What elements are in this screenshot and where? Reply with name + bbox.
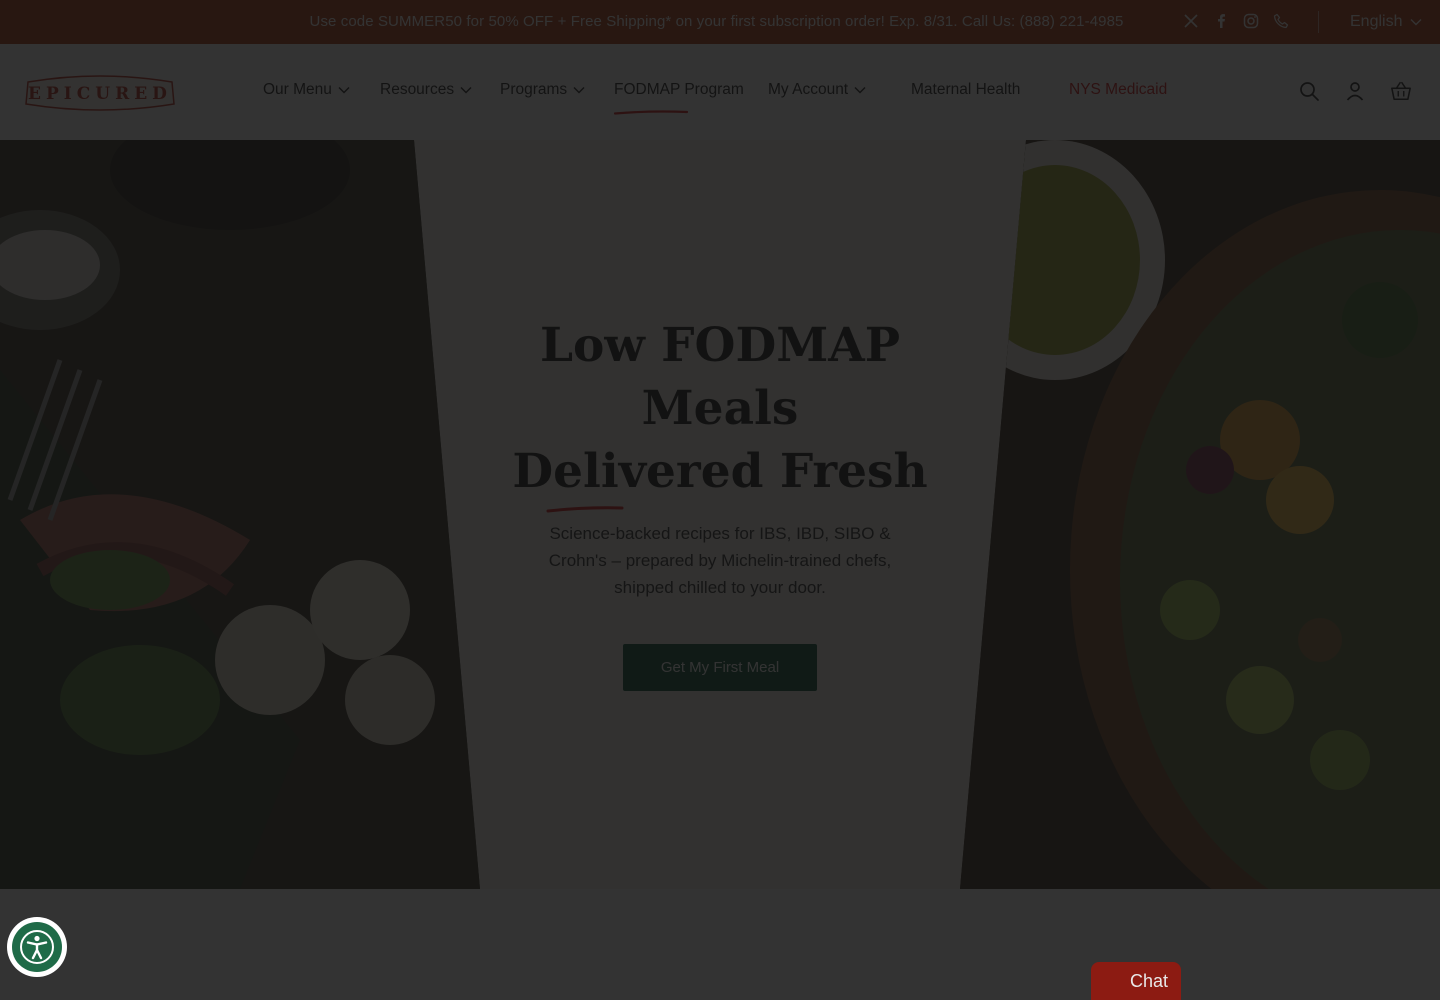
chevron-down-icon <box>460 81 472 99</box>
hero-title-line: Low FODMAP <box>539 318 901 373</box>
nav-label: FODMAP Program <box>614 81 744 98</box>
announcement-bar: Use code SUMMER50 for 50% OFF + Free Shi… <box>0 0 1440 44</box>
search-icon[interactable] <box>1298 80 1320 102</box>
accessibility-button[interactable] <box>7 917 67 977</box>
language-selector[interactable]: English <box>1350 13 1422 31</box>
main-nav: Our Menu Resources Programs FODMAP Progr… <box>0 81 1440 115</box>
header-actions <box>1298 80 1412 102</box>
nav-label: Our Menu <box>263 81 332 98</box>
chevron-down-icon <box>338 81 350 99</box>
chevron-down-icon <box>1410 13 1422 31</box>
get-first-meal-button[interactable]: Get My First Meal <box>623 644 817 691</box>
nav-nys-medicaid[interactable]: NYS Medicaid <box>1069 81 1167 99</box>
instagram-icon[interactable] <box>1242 12 1260 30</box>
nav-maternal-health[interactable]: Maternal Health <box>911 81 1020 99</box>
hero-title: Low FODMAP Meals Delivered Fresh <box>470 314 970 503</box>
facebook-icon[interactable] <box>1212 12 1230 30</box>
nav-label: Programs <box>500 81 568 98</box>
nav-fodmap-program[interactable]: FODMAP Program <box>613 81 744 115</box>
hero-subtitle: Science-backed recipes for IBS, IBD, SIB… <box>548 524 892 597</box>
divider <box>1318 11 1319 33</box>
nav-resources[interactable]: Resources <box>380 81 472 99</box>
title-underline-accent <box>546 500 624 513</box>
hero-image-right <box>960 140 1440 889</box>
site-header: EPICURED Our Menu Resources Programs FOD… <box>0 44 1440 140</box>
chevron-down-icon <box>854 81 866 99</box>
hero-title-line: Delivered Fresh <box>512 444 928 499</box>
next-section <box>0 889 1440 1000</box>
cart-icon[interactable] <box>1390 80 1412 102</box>
language-label: English <box>1350 13 1403 30</box>
hero-image-left <box>0 140 480 889</box>
nav-my-account[interactable]: My Account <box>768 81 866 99</box>
nav-label: My Account <box>768 81 849 98</box>
nav-programs[interactable]: Programs <box>500 81 585 99</box>
nav-label: Resources <box>380 81 455 98</box>
nav-label: Maternal Health <box>911 81 1021 98</box>
hero-section: Low FODMAP Meals Delivered Fresh Science… <box>0 140 1440 889</box>
phone-icon[interactable] <box>1272 12 1290 30</box>
account-icon[interactable] <box>1344 80 1366 102</box>
active-underline <box>613 102 689 115</box>
chat-button[interactable]: Chat <box>1091 962 1181 1000</box>
x-icon[interactable] <box>1182 12 1200 30</box>
nav-our-menu[interactable]: Our Menu <box>263 81 350 99</box>
social-links <box>1182 12 1290 30</box>
hero-title-line: Meals <box>641 381 799 436</box>
chevron-down-icon <box>573 81 585 99</box>
nav-label: NYS Medicaid <box>1069 81 1168 98</box>
accessibility-icon <box>12 922 62 972</box>
